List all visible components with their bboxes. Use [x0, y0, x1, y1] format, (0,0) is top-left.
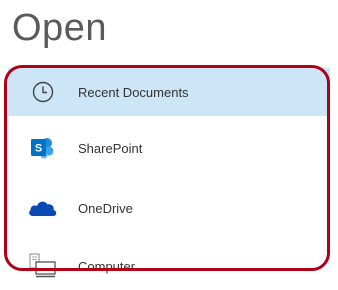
location-label: Recent Documents	[78, 84, 189, 100]
location-onedrive[interactable]: OneDrive	[8, 184, 330, 232]
location-label: Computer	[78, 258, 136, 274]
location-sharepoint[interactable]: S SharePoint	[8, 124, 330, 172]
location-computer[interactable]: Computer	[8, 242, 330, 290]
sharepoint-icon: S	[28, 133, 58, 163]
location-label: SharePoint	[78, 140, 143, 156]
location-label: OneDrive	[78, 200, 133, 216]
cloud-icon	[28, 193, 58, 223]
computer-icon	[28, 251, 58, 281]
page-title: Open	[12, 7, 107, 49]
svg-text:S: S	[35, 143, 42, 155]
clock-icon	[28, 77, 58, 107]
location-recent-documents[interactable]: Recent Documents	[8, 68, 330, 116]
